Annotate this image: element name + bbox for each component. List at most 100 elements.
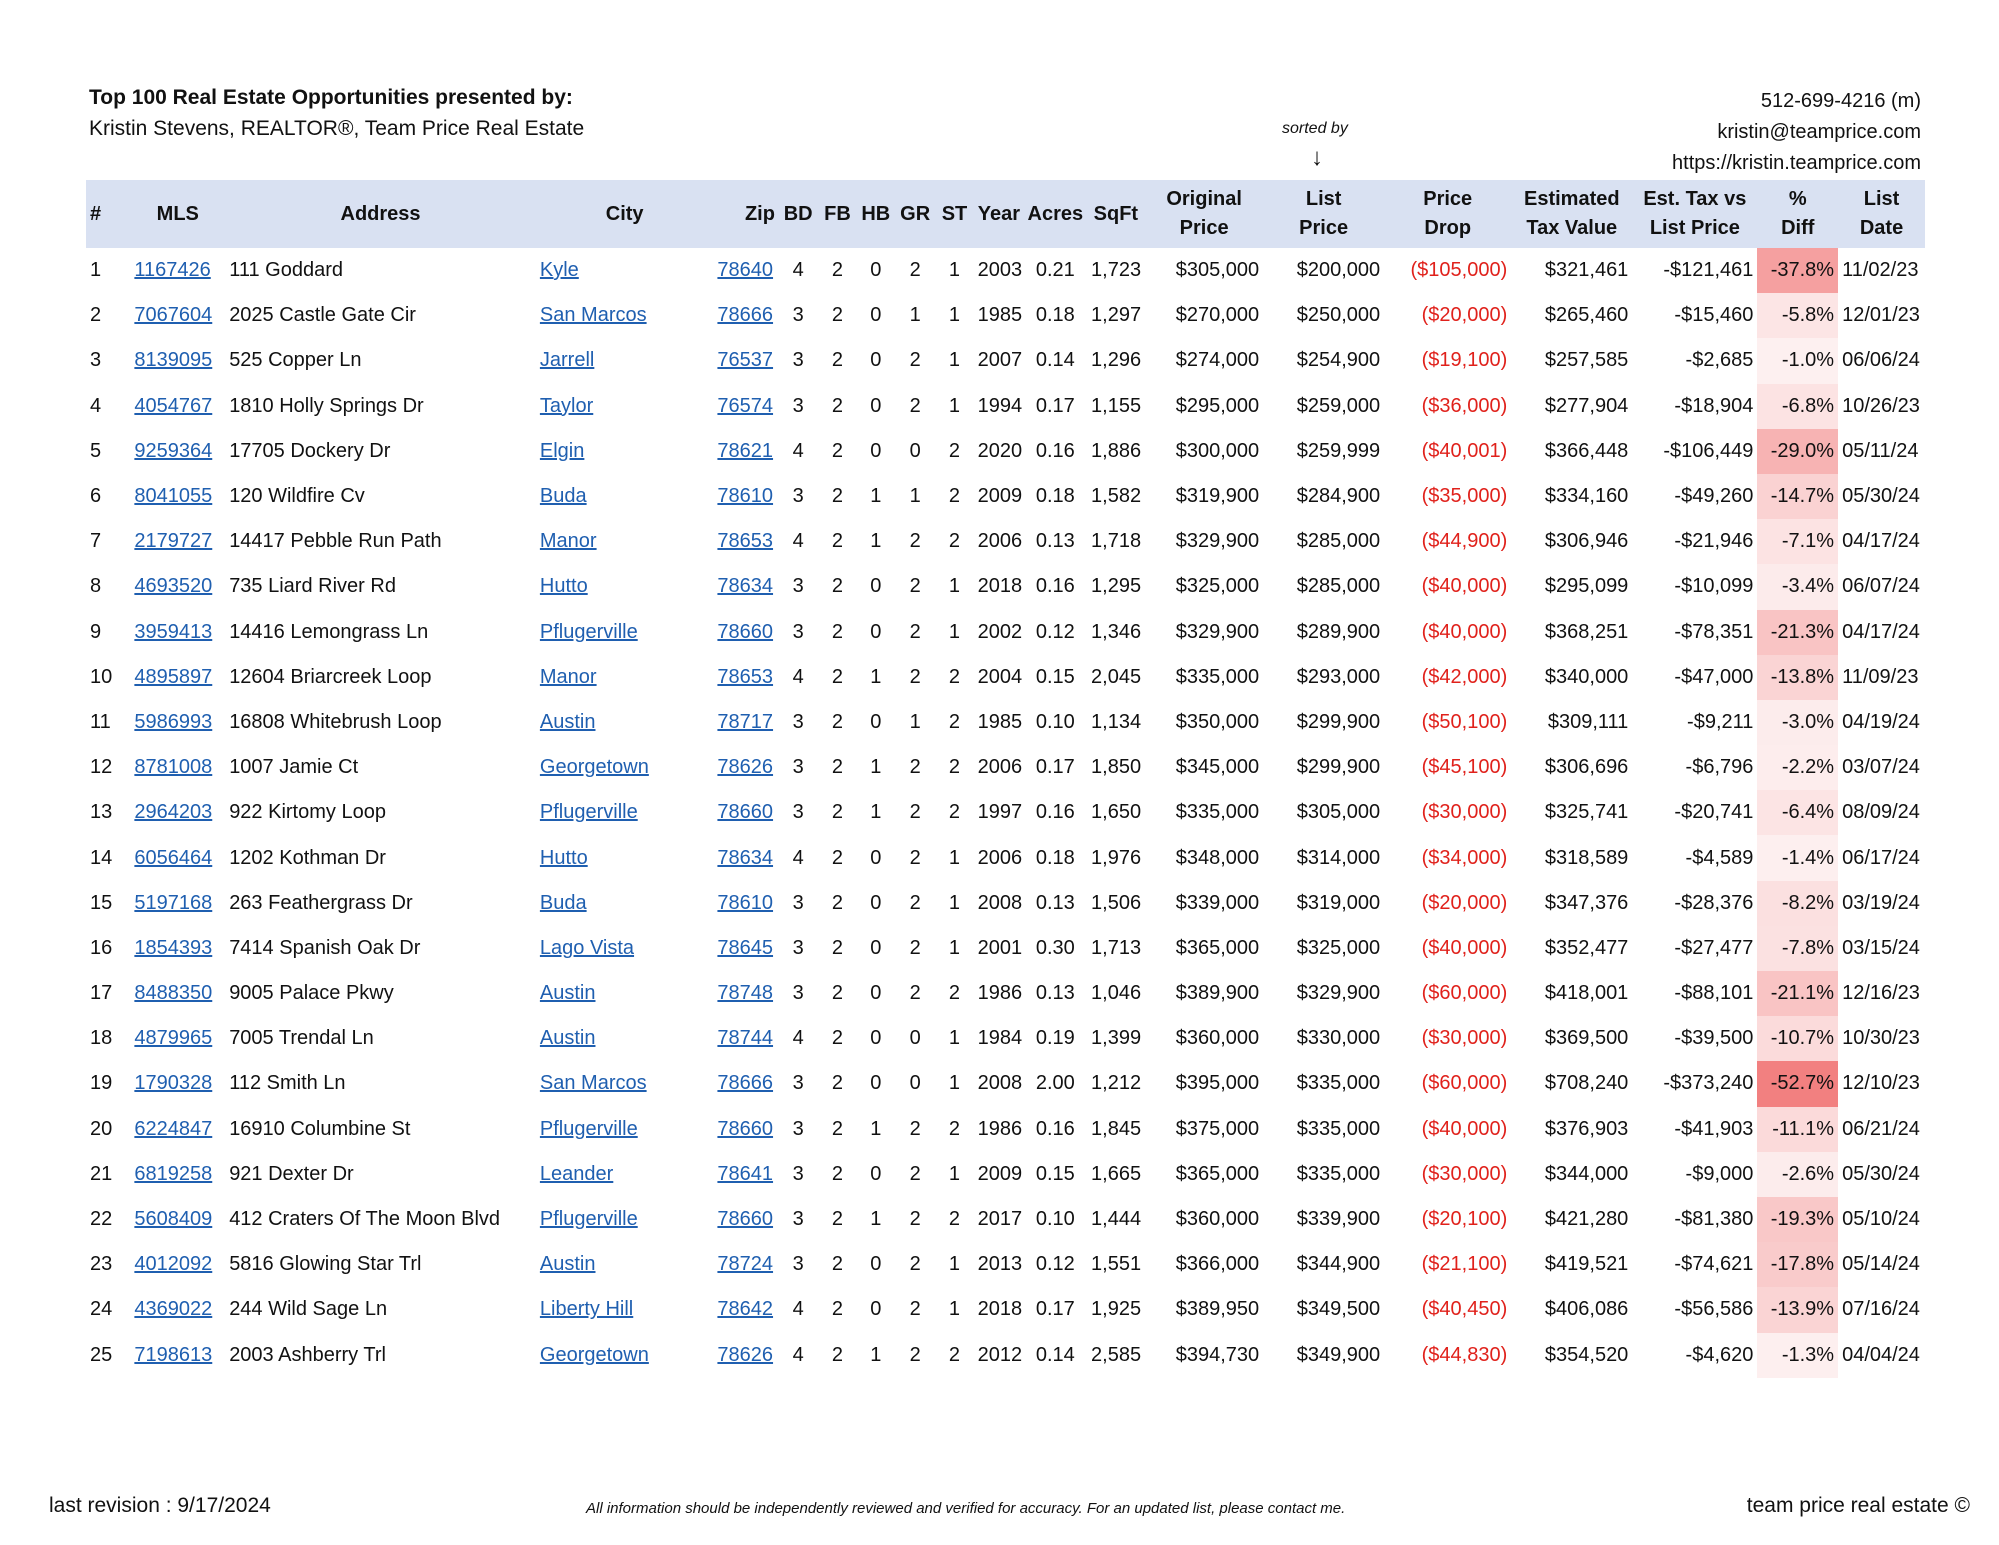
cell-city-link[interactable]: Austin: [536, 1242, 714, 1287]
city-link[interactable]: San Marcos: [540, 304, 647, 326]
cell-city-link[interactable]: Buda: [536, 474, 714, 519]
cell-mls-link[interactable]: 9259364: [130, 429, 225, 474]
mls-link[interactable]: 4369022: [134, 1298, 212, 1320]
cell-city-link[interactable]: Pflugerville: [536, 790, 714, 835]
mls-link[interactable]: 5197168: [134, 892, 212, 914]
mls-link[interactable]: 6819258: [134, 1163, 212, 1185]
mls-link[interactable]: 6056464: [134, 847, 212, 869]
cell-city-link[interactable]: Manor: [536, 655, 714, 700]
cell-city-link[interactable]: Hutto: [536, 564, 714, 609]
cell-zip-link[interactable]: 78724: [713, 1242, 778, 1287]
zip-link[interactable]: 78666: [717, 304, 773, 326]
mls-link[interactable]: 1854393: [134, 937, 212, 959]
cell-mls-link[interactable]: 6224847: [130, 1107, 225, 1152]
city-link[interactable]: Pflugerville: [540, 801, 638, 823]
cell-city-link[interactable]: Buda: [536, 881, 714, 926]
cell-zip-link[interactable]: 78660: [713, 1197, 778, 1242]
cell-mls-link[interactable]: 5608409: [130, 1197, 225, 1242]
mls-link[interactable]: 7067604: [134, 304, 212, 326]
cell-zip-link[interactable]: 78645: [713, 926, 778, 971]
cell-mls-link[interactable]: 8139095: [130, 338, 225, 383]
cell-mls-link[interactable]: 6056464: [130, 835, 225, 880]
mls-link[interactable]: 4693520: [134, 575, 212, 597]
cell-zip-link[interactable]: 78653: [713, 519, 778, 564]
zip-link[interactable]: 78641: [717, 1163, 773, 1185]
cell-zip-link[interactable]: 78666: [713, 293, 778, 338]
cell-zip-link[interactable]: 78653: [713, 655, 778, 700]
cell-city-link[interactable]: Kyle: [536, 248, 714, 293]
zip-link[interactable]: 78653: [717, 530, 773, 552]
cell-zip-link[interactable]: 78610: [713, 474, 778, 519]
mls-link[interactable]: 8041055: [134, 485, 212, 507]
cell-zip-link[interactable]: 78660: [713, 1107, 778, 1152]
zip-link[interactable]: 78660: [717, 1208, 773, 1230]
cell-city-link[interactable]: Pflugerville: [536, 1197, 714, 1242]
mls-link[interactable]: 1167426: [134, 259, 210, 281]
zip-link[interactable]: 78724: [717, 1253, 773, 1275]
mls-link[interactable]: 5608409: [134, 1208, 212, 1230]
cell-zip-link[interactable]: 78626: [713, 745, 778, 790]
mls-link[interactable]: 7198613: [134, 1344, 212, 1366]
cell-city-link[interactable]: Elgin: [536, 429, 714, 474]
cell-mls-link[interactable]: 4369022: [130, 1287, 225, 1332]
city-link[interactable]: Austin: [540, 982, 596, 1004]
cell-mls-link[interactable]: 7198613: [130, 1333, 225, 1378]
mls-link[interactable]: 6224847: [134, 1118, 212, 1140]
cell-zip-link[interactable]: 76537: [713, 338, 778, 383]
zip-link[interactable]: 78626: [717, 1344, 773, 1366]
zip-link[interactable]: 78634: [717, 847, 773, 869]
zip-link[interactable]: 78717: [717, 711, 773, 733]
cell-city-link[interactable]: Taylor: [536, 384, 714, 429]
zip-link[interactable]: 78744: [717, 1027, 773, 1049]
mls-link[interactable]: 4012092: [134, 1253, 212, 1275]
cell-mls-link[interactable]: 7067604: [130, 293, 225, 338]
city-link[interactable]: Hutto: [540, 575, 588, 597]
city-link[interactable]: Lago Vista: [540, 937, 634, 959]
cell-mls-link[interactable]: 6819258: [130, 1152, 225, 1197]
cell-city-link[interactable]: Hutto: [536, 835, 714, 880]
zip-link[interactable]: 78610: [717, 892, 773, 914]
city-link[interactable]: Georgetown: [540, 1344, 649, 1366]
zip-link[interactable]: 78660: [717, 1118, 773, 1140]
cell-zip-link[interactable]: 78634: [713, 835, 778, 880]
city-link[interactable]: Buda: [540, 892, 587, 914]
cell-zip-link[interactable]: 78641: [713, 1152, 778, 1197]
cell-city-link[interactable]: Georgetown: [536, 745, 714, 790]
mls-link[interactable]: 8139095: [134, 349, 212, 371]
mls-link[interactable]: 1790328: [134, 1072, 212, 1094]
cell-city-link[interactable]: Austin: [536, 971, 714, 1016]
cell-mls-link[interactable]: 5197168: [130, 881, 225, 926]
cell-city-link[interactable]: Manor: [536, 519, 714, 564]
cell-mls-link[interactable]: 1854393: [130, 926, 225, 971]
mls-link[interactable]: 3959413: [134, 621, 212, 643]
cell-zip-link[interactable]: 78634: [713, 564, 778, 609]
zip-link[interactable]: 78640: [717, 259, 773, 281]
city-link[interactable]: Manor: [540, 666, 597, 688]
city-link[interactable]: Pflugerville: [540, 1118, 638, 1140]
cell-city-link[interactable]: Leander: [536, 1152, 714, 1197]
city-link[interactable]: Georgetown: [540, 756, 649, 778]
zip-link[interactable]: 78621: [717, 440, 773, 462]
zip-link[interactable]: 78666: [717, 1072, 773, 1094]
cell-mls-link[interactable]: 2964203: [130, 790, 225, 835]
cell-mls-link[interactable]: 5986993: [130, 700, 225, 745]
city-link[interactable]: Leander: [540, 1163, 613, 1185]
cell-mls-link[interactable]: 2179727: [130, 519, 225, 564]
cell-mls-link[interactable]: 4879965: [130, 1016, 225, 1061]
cell-zip-link[interactable]: 78626: [713, 1333, 778, 1378]
zip-link[interactable]: 78660: [717, 621, 773, 643]
zip-link[interactable]: 78748: [717, 982, 773, 1004]
cell-zip-link[interactable]: 78640: [713, 248, 778, 293]
zip-link[interactable]: 78634: [717, 575, 773, 597]
cell-zip-link[interactable]: 78748: [713, 971, 778, 1016]
zip-link[interactable]: 78626: [717, 756, 773, 778]
cell-city-link[interactable]: Pflugerville: [536, 1107, 714, 1152]
cell-zip-link[interactable]: 78666: [713, 1061, 778, 1106]
mls-link[interactable]: 5986993: [134, 711, 212, 733]
city-link[interactable]: Kyle: [540, 259, 579, 281]
cell-city-link[interactable]: Austin: [536, 1016, 714, 1061]
mls-link[interactable]: 8488350: [134, 982, 212, 1004]
mls-link[interactable]: 4879965: [134, 1027, 212, 1049]
cell-city-link[interactable]: Austin: [536, 700, 714, 745]
mls-link[interactable]: 4895897: [134, 666, 212, 688]
